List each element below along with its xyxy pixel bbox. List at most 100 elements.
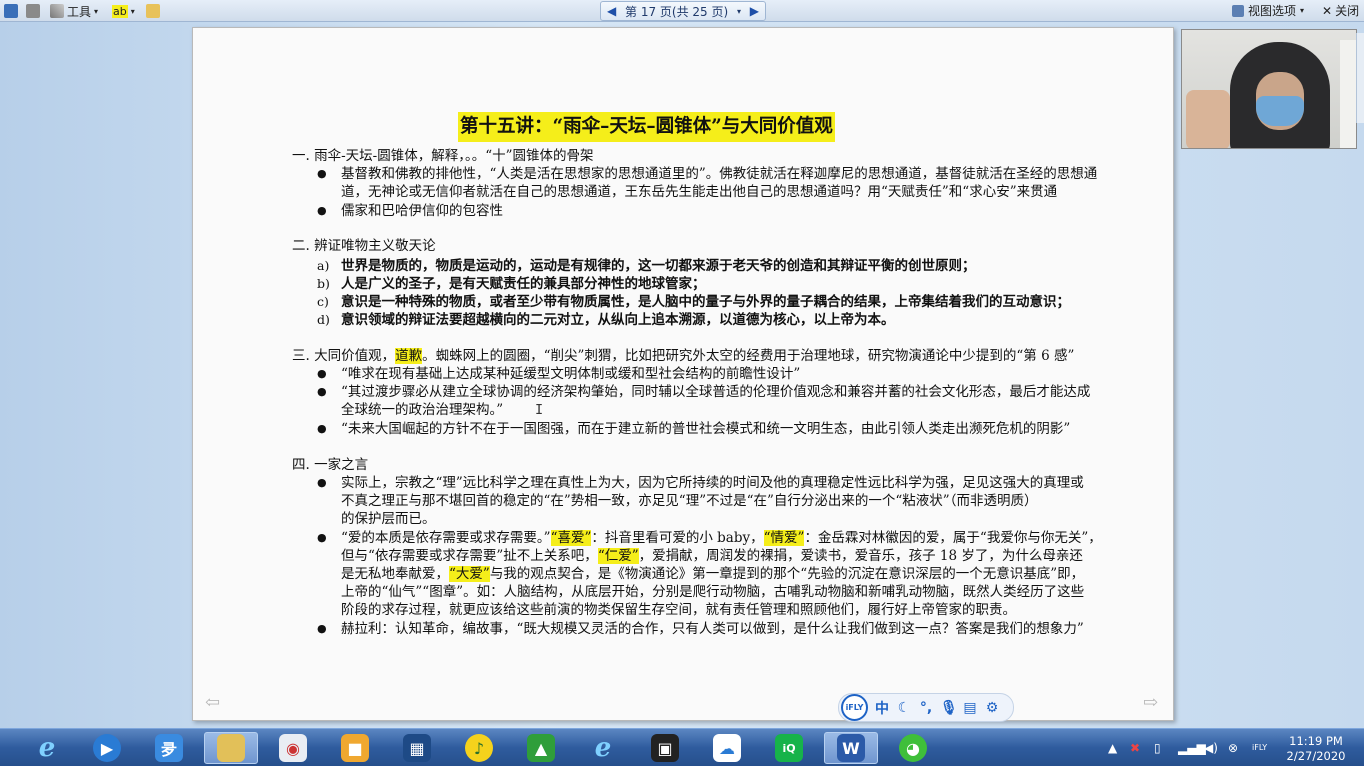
- mountain-icon: ▲: [527, 734, 555, 762]
- folder-button[interactable]: [146, 2, 160, 20]
- close-button[interactable]: ✕ 关闭: [1322, 2, 1359, 19]
- section-1-heading: 一. 雨伞-天坛-圆锥体，解释，。。“十”圆锥体的骨架: [292, 148, 594, 164]
- language-toggle[interactable]: 中: [874, 698, 890, 718]
- list-marker: a): [317, 258, 330, 273]
- folder-icon: [217, 734, 245, 762]
- section-3-bullet-2-line-2: 全球统一的政治治理架构。”: [341, 402, 504, 418]
- bullet-icon: ●: [317, 167, 327, 180]
- section-1-bullet-1-line-1: 基督教和佛教的排他性，“人类是活在思想家的思想通道里的”。佛教徒就活在释迦摩尼的…: [341, 166, 1098, 182]
- section-3-bullet-2-line-1: “其过渡步骤必从建立全球协调的经济架构肇始，同时辅以全球普适的伦理价值观念和兼容…: [341, 384, 1091, 400]
- bullet-icon: ●: [317, 204, 327, 217]
- taskbar-app-5[interactable]: ◉: [266, 732, 320, 764]
- spellcheck-button[interactable]: ab ▾: [112, 2, 135, 20]
- section-4-bullet-2-line-4: 上帝的“仙气”“图章”。如：人脑结构，从底层开始，分别是爬行动物脑，古哺乳动物脑…: [341, 584, 1085, 600]
- print-button[interactable]: [26, 2, 40, 20]
- webcam-video: [1181, 29, 1357, 149]
- taskbar-app-3[interactable]: 夛: [142, 732, 196, 764]
- section-2-item: 意识领域的辩证法要超越横向的二元对立，从纵向上追本溯源，以道德为核心，以上帝为本…: [341, 312, 895, 328]
- save-icon: [4, 4, 18, 18]
- taskbar-ie[interactable]: e: [20, 732, 74, 764]
- taskbar-explorer[interactable]: [204, 732, 258, 764]
- section-2-item: 意识是一种特殊的物质，或者至少带有物质属性，是人脑中的量子与外界的量子耦合的结果…: [341, 294, 1070, 310]
- bullet-icon: ●: [317, 385, 327, 398]
- section-1-bullet-2: 儒家和巴哈伊信仰的包容性: [341, 203, 503, 219]
- print-icon: [26, 4, 40, 18]
- stop-icon[interactable]: ⊗: [1228, 741, 1238, 755]
- document-page: 第十五讲：“雨伞–天坛–圆锥体”与大同价值观 一. 雨伞-天坛-圆锥体，解释，。…: [192, 27, 1174, 721]
- section-2-heading: 二. 辨证唯物主义敬天论: [292, 238, 436, 254]
- section-4-bullet-3: 赫拉利：认知革命，编故事，“既大规模又灵活的合作，只有人类可以做到，是什么让我们…: [341, 621, 1084, 637]
- bullet-icon: ●: [317, 531, 327, 544]
- view-options-button[interactable]: 视图选项 ▾: [1232, 2, 1304, 19]
- taskbar-media[interactable]: ▶: [80, 732, 134, 764]
- taskbar-camera[interactable]: ▣: [638, 732, 692, 764]
- next-page-arrow-icon[interactable]: ⇨: [1143, 694, 1163, 712]
- package-icon: ■: [341, 734, 369, 762]
- close-label: 关闭: [1335, 4, 1360, 18]
- chevron-down-icon[interactable]: ▾: [737, 7, 741, 16]
- ie-icon: e: [38, 733, 56, 763]
- show-hidden-icons-icon[interactable]: ▲: [1108, 741, 1117, 755]
- film-icon: ▦: [403, 734, 431, 762]
- tools-label: 工具: [67, 4, 92, 19]
- text-run: ：抖音里看可爱的小 baby，: [591, 530, 764, 546]
- taskbar-app-7[interactable]: ▦: [390, 732, 444, 764]
- webcam-mask: [1256, 96, 1304, 126]
- section-4-bullet-1-line-3: 的保护层而已。: [341, 511, 436, 527]
- webcam-hand: [1186, 90, 1230, 148]
- punctuation-icon[interactable]: °,: [918, 700, 934, 716]
- section-2-item: 人是广义的圣子，是有天赋责任的兼具部分神性的地球管家；: [341, 276, 706, 292]
- gear-icon[interactable]: ⚙: [984, 700, 1000, 716]
- taskbar-cloud[interactable]: ☁: [700, 732, 754, 764]
- vertical-scrollbar[interactable]: [1356, 33, 1364, 123]
- next-page-icon[interactable]: ▶: [750, 4, 759, 18]
- page-indicator[interactable]: 第 17 页(共 25 页): [625, 3, 728, 20]
- microphone-icon[interactable]: 🎙: [940, 700, 958, 716]
- app-icon: 夛: [155, 734, 183, 762]
- taskbar-music[interactable]: ♪: [452, 732, 506, 764]
- video-app-icon: iQ: [775, 734, 803, 762]
- tools-menu[interactable]: 工具 ▾: [50, 2, 98, 20]
- text-run: 是无私地奉献爱，: [341, 566, 449, 582]
- view-options-icon: [1232, 4, 1244, 17]
- section-4-heading: 四. 一家之言: [292, 457, 369, 473]
- bullet-icon: ●: [317, 622, 327, 635]
- taskbar-wechat[interactable]: ◕: [886, 732, 940, 764]
- network-warning-icon[interactable]: ✖: [1130, 741, 1140, 755]
- ifly-tray-icon[interactable]: iFLY: [1252, 743, 1267, 752]
- clock-date: 2/27/2020: [1286, 749, 1346, 763]
- section-4-bullet-2-line-1: “爱的本质是依存需要或求存需要。”“喜爱”：抖音里看可爱的小 baby，“情爱”…: [341, 529, 1102, 547]
- chevron-down-icon: ▾: [1300, 6, 1305, 15]
- video-camera-icon: ▣: [651, 734, 679, 762]
- taskbar-app-9[interactable]: ▲: [514, 732, 568, 764]
- ifly-input-toolbar: iFLY 中 ☾ °, 🎙 ▤ ⚙: [838, 693, 1014, 722]
- ifly-logo[interactable]: iFLY: [841, 694, 868, 721]
- taskbar: e ▶ 夛 ◉ ■ ▦ ♪ ▲ e ▣ ☁ iQ W ◕ ▲ ✖ ▯ ▂▄▆ ◀…: [0, 728, 1364, 766]
- bullet-icon: ●: [317, 476, 327, 489]
- bullet-icon: ●: [317, 422, 327, 435]
- save-button[interactable]: [4, 2, 18, 20]
- taskbar-video[interactable]: iQ: [762, 732, 816, 764]
- media-player-icon: ▶: [93, 734, 121, 762]
- spellcheck-label: ab: [112, 4, 128, 18]
- device-icon[interactable]: ▯: [1154, 741, 1161, 755]
- system-clock[interactable]: 11:19 PM 2/27/2020: [1280, 734, 1352, 764]
- taskbar-app-6[interactable]: ■: [328, 732, 382, 764]
- section-3-heading-highlight: 道歉: [395, 348, 423, 364]
- keyboard-icon[interactable]: ▤: [962, 700, 978, 716]
- taskbar-ie-2[interactable]: e: [576, 732, 630, 764]
- volume-icon[interactable]: ◀): [1204, 741, 1218, 755]
- prev-page-arrow-icon[interactable]: ⇦: [205, 694, 225, 712]
- moon-icon[interactable]: ☾: [896, 700, 912, 716]
- section-4-bullet-1-line-2: 不真之理正与那不堪回首的稳定的“在”势相一致，亦足见“理”不过是“在”自行分泌出…: [341, 493, 1038, 509]
- list-marker: d): [317, 312, 330, 327]
- prev-page-icon[interactable]: ◀: [607, 4, 616, 18]
- taskbar-word[interactable]: W: [824, 732, 878, 764]
- text-run: 但与“依存需要或求存需要”扯不上关系吧，: [341, 548, 598, 564]
- highlight-text: “喜爱”: [550, 530, 592, 546]
- text-run: “爱的本质是依存需要或求存需要。”: [341, 530, 551, 546]
- signal-icon[interactable]: ▂▄▆: [1178, 741, 1206, 755]
- calendar-icon: ◉: [279, 734, 307, 762]
- section-3-heading-post: 。蜘蛛网上的圆圈，“削尖”刺猬，比如把研究外太空的经费用于治理地球，研究物演通论…: [422, 348, 1075, 364]
- close-icon: ✕: [1322, 3, 1333, 18]
